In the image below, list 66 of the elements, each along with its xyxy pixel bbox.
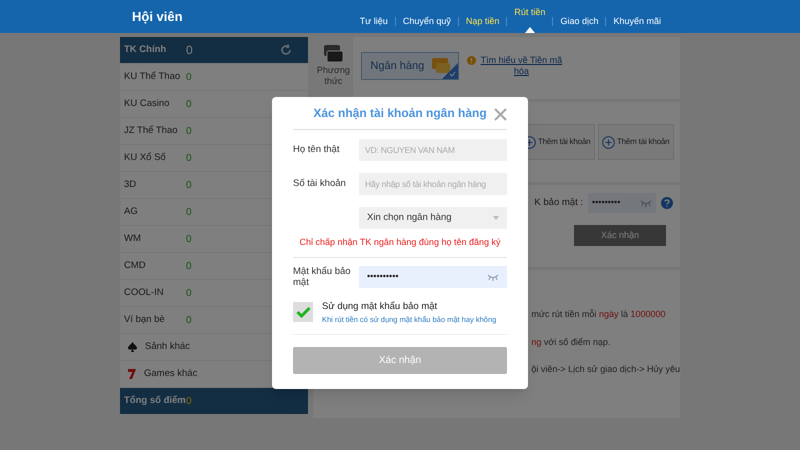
text-field[interactable]: Hãy nhập số tài khoản ngân hàng	[359, 173, 507, 195]
check-icon	[296, 306, 310, 318]
sidebar-value: 0	[186, 42, 193, 59]
sidebar-label: Sảnh khác	[145, 340, 191, 354]
sidebar-label: AG	[124, 204, 139, 219]
nav-tab[interactable]: Nạp tiền	[458, 4, 506, 33]
sidebar-label: Ví bạn bè	[124, 312, 166, 327]
bank-select[interactable]: Xin chọn ngân hàng	[359, 207, 507, 229]
sidebar-value: 0	[186, 152, 192, 166]
nav-tab[interactable]: Khuyến mãi	[606, 4, 668, 33]
field-label: Số tài khoản	[293, 176, 347, 191]
sidebar-value: 0	[186, 396, 192, 408]
sidebar-value: 0	[186, 124, 192, 138]
sidebar-label: KU Xổ Số	[124, 150, 167, 165]
field-label: Mật khẩu bảo mật	[293, 266, 352, 288]
sidebar-value: 0	[186, 232, 192, 246]
checkbox-label: Sử dụng mật khẩu bảo mật	[322, 300, 438, 314]
warning-text: Chỉ chấp nhận TK ngân hàng đúng họ tên đăng ký	[293, 236, 507, 258]
sidebar-label: KU Casino	[124, 96, 170, 111]
sidebar-value: 0	[186, 260, 192, 274]
sidebar-label: 3D	[124, 178, 138, 192]
sidebar-label: COOL-IN	[124, 286, 165, 300]
crypto-link[interactable]: Tìm hiểu về Tiền mã hóa	[480, 55, 562, 77]
page-title: Hội viên	[132, 8, 183, 26]
refresh-icon[interactable]	[280, 44, 292, 56]
help-icon[interactable]	[661, 197, 673, 209]
method-label: Phương thức	[316, 65, 351, 87]
text-field[interactable]: VD: NGUYEN VAN NAM	[359, 139, 507, 161]
nav-tab[interactable]: Chuyển quỹ	[396, 4, 458, 33]
sidebar-label: Tổng số điểm	[124, 394, 186, 408]
nav-tab[interactable]: Giao dịch	[553, 4, 606, 33]
sidebar-value: 0	[186, 206, 192, 220]
sidebar-value: 0	[186, 178, 192, 192]
password-label: K bảo mật :	[534, 196, 583, 210]
password-field[interactable]: ••••••••••	[359, 266, 507, 288]
use-password-checkbox[interactable]	[293, 302, 313, 322]
sidebar-label: KU Thể Thao	[124, 70, 182, 84]
sidebar-label: WM	[124, 232, 142, 246]
seven-icon	[128, 369, 136, 379]
note-text: mức rút tiền mỗi ngày là 1000000	[531, 308, 667, 321]
sidebar-value: 0	[186, 70, 192, 84]
sidebar-label: Games khác	[144, 366, 198, 381]
bank-option[interactable]: Ngân hàng	[361, 52, 460, 80]
note-text: ội viên-> Lịch sử giao dịch-> Hủy yêu	[531, 363, 680, 376]
eye-hidden-icon[interactable]	[487, 272, 499, 280]
info-icon	[467, 56, 476, 65]
close-icon[interactable]	[494, 108, 507, 121]
plus-circle-icon	[602, 136, 615, 148]
sidebar-label: JZ Thể Thao	[124, 124, 179, 138]
add-account-button[interactable]: Thêm tài khoản	[598, 124, 674, 160]
field-label: Họ tên thật	[293, 142, 340, 157]
confirm-button[interactable]: Xác nhận	[574, 225, 666, 246]
method-tab[interactable]: Phương thức	[313, 37, 354, 99]
sidebar-value: 0	[186, 314, 192, 328]
sidebar-label: TK Chính	[124, 42, 168, 57]
cards-icon	[322, 45, 344, 63]
nav-tab[interactable]: Tư liệu	[352, 4, 395, 33]
spade-icon	[128, 342, 137, 352]
note-text: ng với số điểm nạp.	[531, 336, 612, 349]
sidebar-value: 0	[186, 286, 192, 300]
caret-icon	[493, 216, 499, 220]
dialog-title: Xác nhận tài khoản ngân hàng	[313, 105, 487, 122]
eye-hidden-icon[interactable]	[640, 199, 652, 207]
password-field[interactable]: •••••••••	[588, 193, 656, 213]
sidebar-value: 0	[186, 98, 192, 112]
sidebar-label: CMD	[124, 258, 147, 273]
